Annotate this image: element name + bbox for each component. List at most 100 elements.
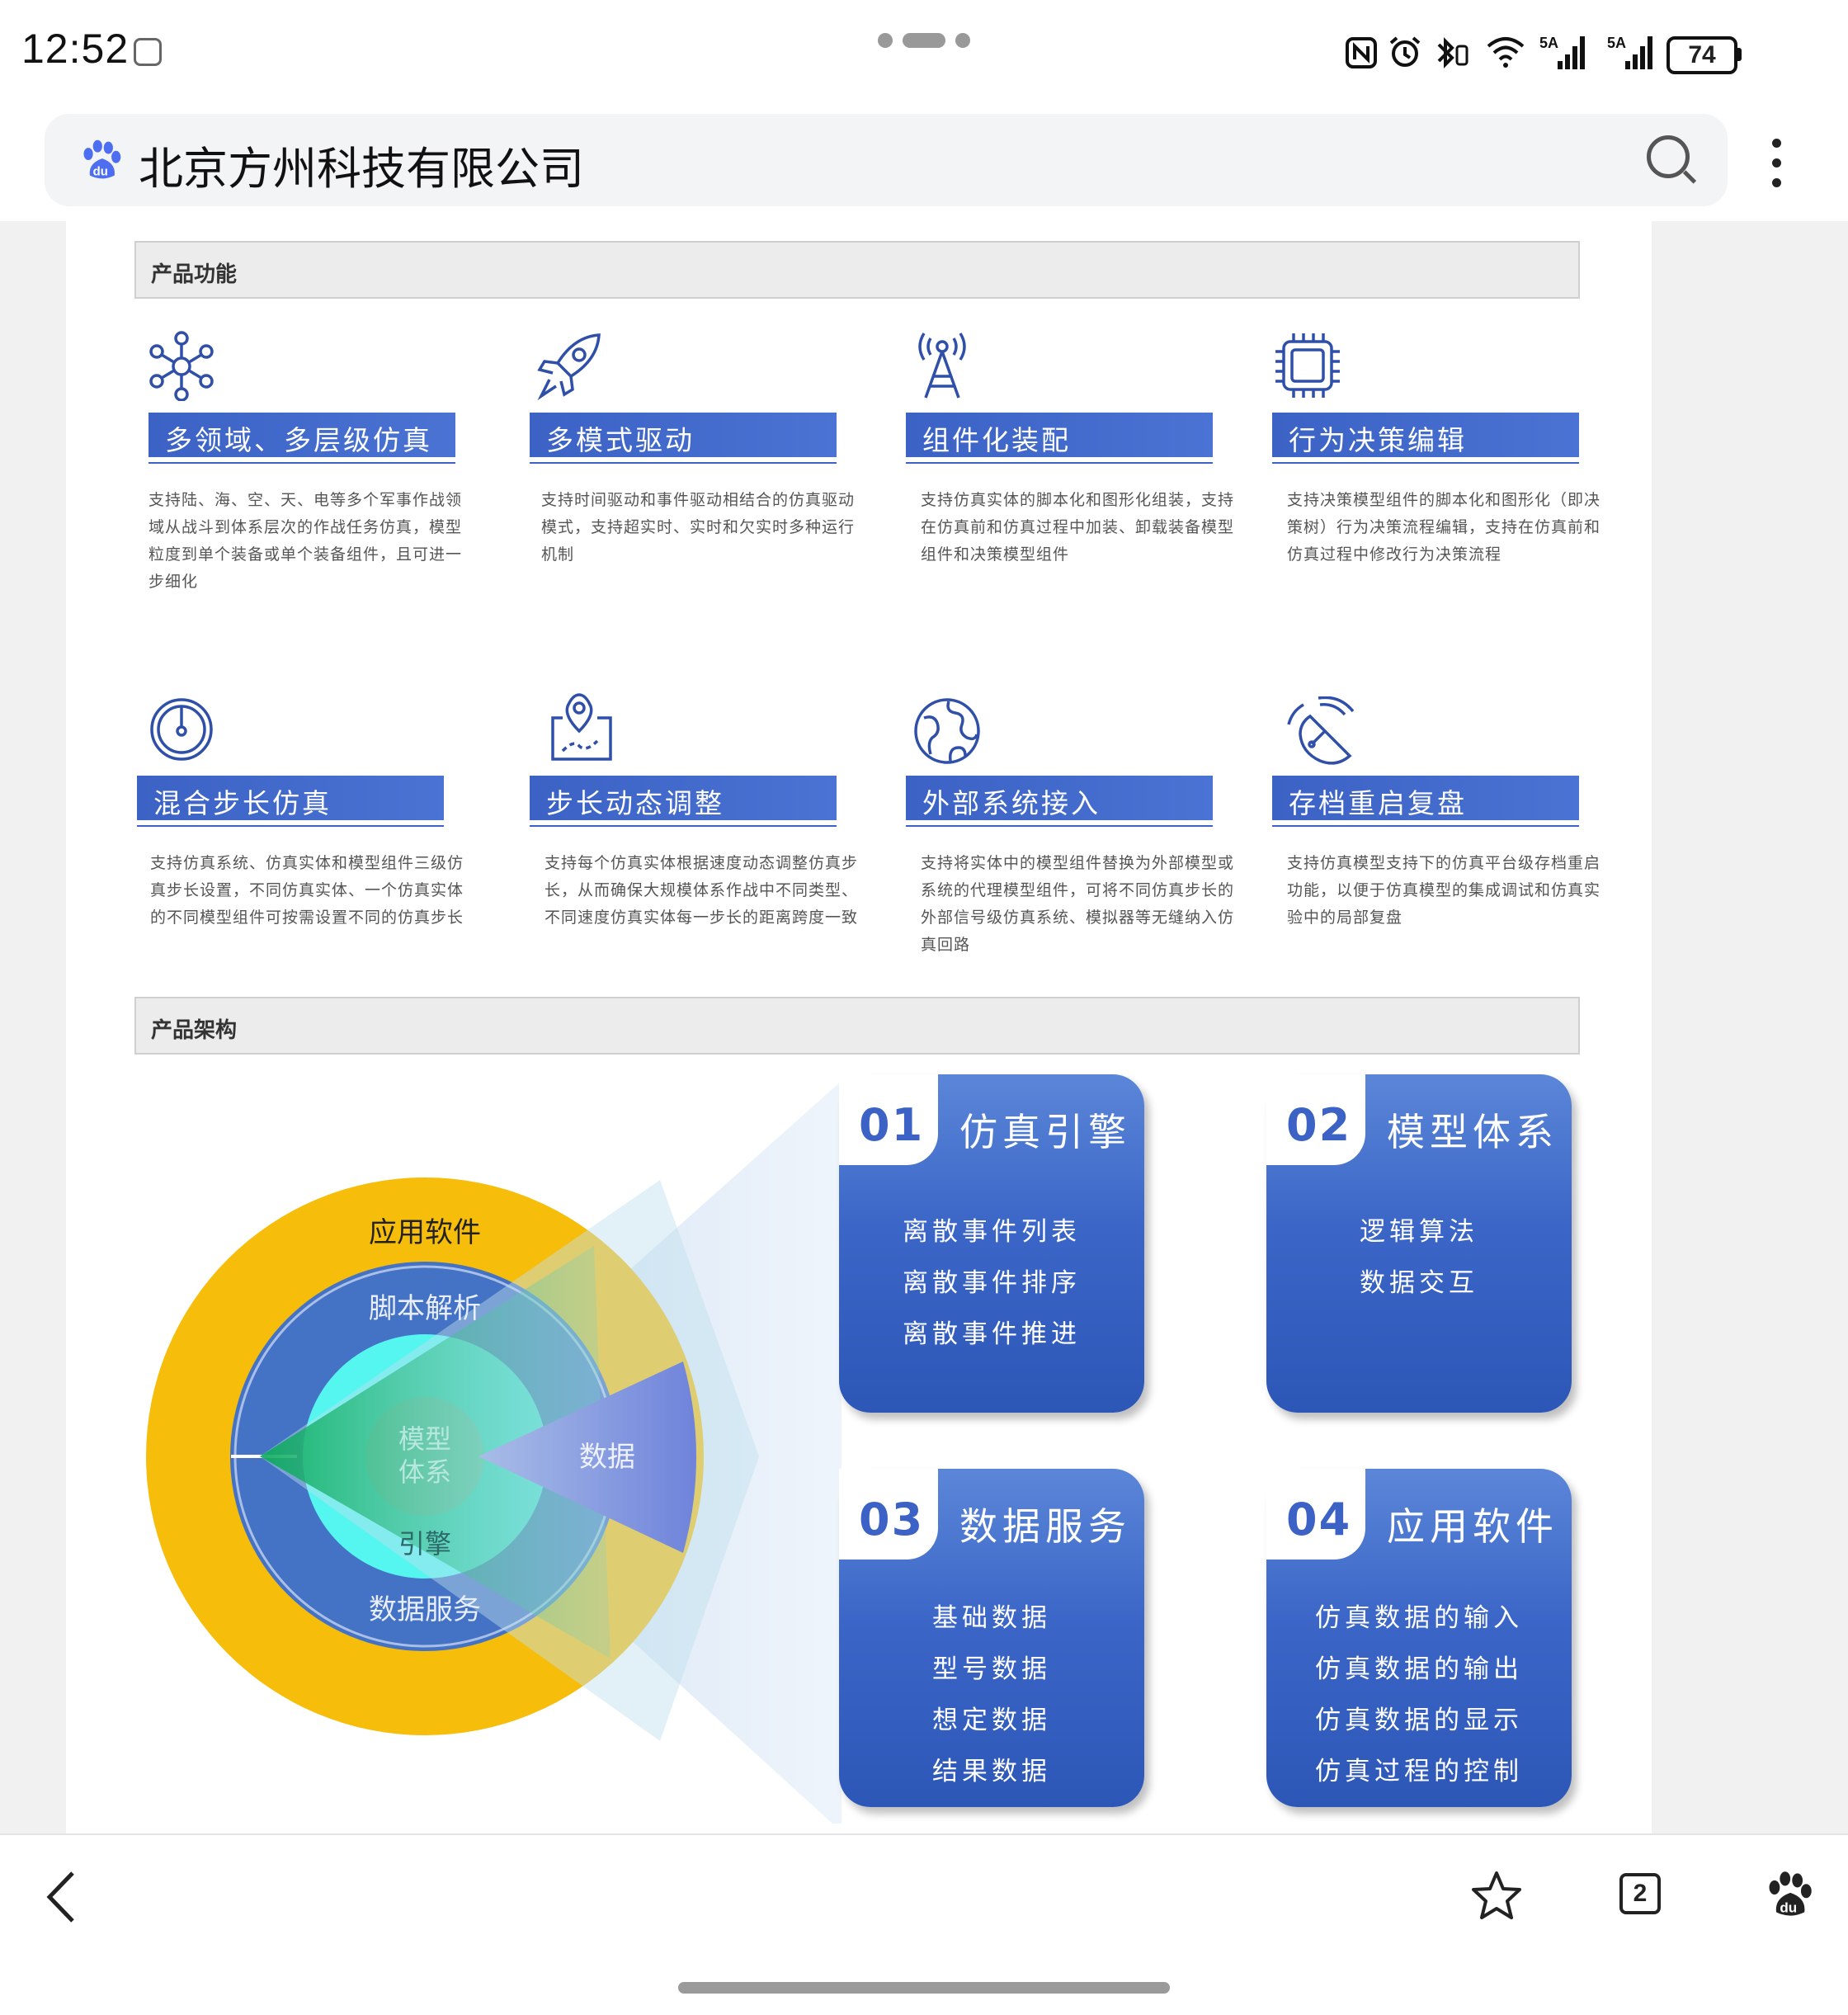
- svg-text:du: du: [93, 165, 108, 179]
- feature-title: 混合步长仿真: [153, 787, 332, 819]
- card-item: 数据交互: [1360, 1268, 1478, 1298]
- feature-description: 支持时间驱动和事件驱动相结合的仿真驱动模式，支持超实时、实时和欠实时多种运行机制: [541, 491, 856, 564]
- feature-title-bar: 多领域、多层级仿真: [148, 413, 455, 457]
- divider: [1272, 825, 1579, 827]
- feature-title: 步长动态调整: [546, 787, 724, 819]
- baidu-logo-icon: du: [83, 139, 121, 179]
- signal-5a-icon: 5A: [1607, 35, 1652, 69]
- page-title[interactable]: 北京方州科技有限公司: [139, 132, 584, 197]
- card-item: 基础数据: [932, 1603, 1051, 1633]
- divider: [1272, 462, 1579, 464]
- divider: [530, 462, 837, 464]
- antenna-icon: [918, 333, 966, 399]
- card-items: 基础数据 型号数据 想定数据 结果数据: [839, 1593, 1144, 1797]
- feature-description: 支持决策模型组件的脚本化和图形化（即决策树）行为决策流程编辑，支持在仿真前和仿真…: [1287, 491, 1601, 564]
- card-item: 仿真数据的显示: [1315, 1706, 1523, 1735]
- section-header-features: 产品功能: [134, 241, 1580, 299]
- status-bar: 12:52 5A 5A 74: [0, 0, 1848, 107]
- search-icon[interactable]: [1647, 135, 1690, 178]
- feature-title-bar: 行为决策编辑: [1272, 413, 1579, 457]
- divider: [530, 825, 837, 827]
- timer-icon: [150, 698, 213, 761]
- back-icon[interactable]: [41, 1868, 82, 1926]
- tabs-button[interactable]: 2: [1619, 1873, 1661, 1914]
- vpn-icon: [134, 38, 162, 66]
- svg-text:5A: 5A: [1539, 35, 1558, 51]
- feature-title: 存档重启复盘: [1289, 787, 1467, 819]
- label-core-line2: 体系: [398, 1456, 451, 1488]
- page-indicator-dot: [878, 33, 893, 48]
- card-number: 01: [859, 1099, 925, 1151]
- feature-description: 支持仿真模型支持下的仿真平台级存档重启功能，以便于仿真模型的集成调试和仿真实验中…: [1287, 854, 1601, 927]
- feature-description: 支持陆、海、空、天、电等多个军事作战领域从战斗到体系层次的作战任务仿真，模型粒度…: [148, 491, 463, 591]
- feature-title-bar: 组件化装配: [906, 413, 1213, 457]
- label-middle-bottom: 数据服务: [369, 1593, 481, 1626]
- card-item: 离散事件列表: [903, 1217, 1081, 1247]
- nfc-icon: [1346, 37, 1377, 68]
- divider: [906, 462, 1213, 464]
- radar-icon: [1287, 696, 1355, 765]
- page-indicator-dot-active: [903, 33, 945, 48]
- card-item: 仿真过程的控制: [1315, 1757, 1523, 1786]
- feature-description: 支持将实体中的模型组件替换为外部模型或系统的代理模型组件，可将不同仿真步长的外部…: [921, 854, 1235, 954]
- feature-title-bar: 步长动态调整: [530, 776, 837, 820]
- feature-title-bar: 存档重启复盘: [1272, 776, 1579, 820]
- label-core-line1: 模型: [398, 1423, 451, 1455]
- section-header-architecture: 产品架构: [134, 997, 1580, 1055]
- feature-title: 多模式驱动: [546, 424, 695, 456]
- arch-card-model: 02 模型体系 逻辑算法 数据交互: [1266, 1074, 1572, 1413]
- card-item: 仿真数据的输入: [1315, 1603, 1523, 1633]
- card-item: 想定数据: [932, 1706, 1051, 1735]
- wifi-icon: [1487, 37, 1525, 68]
- alarm-icon: [1389, 36, 1421, 67]
- card-item: 结果数据: [932, 1757, 1051, 1786]
- architecture-diagram: 应用软件 脚本解析 数据服务 引擎 模型 体系 数据: [146, 1081, 842, 1824]
- feature-title-bar: 外部系统接入: [906, 776, 1213, 820]
- label-inner-bottom: 引擎: [398, 1528, 451, 1560]
- section-title: 产品架构: [151, 1018, 238, 1043]
- feature-description: 支持仿真系统、仿真实体和模型组件三级仿真步长设置，不同仿真实体、一个仿真实体的不…: [150, 854, 464, 927]
- baidu-paw-icon[interactable]: du: [1762, 1868, 1815, 1921]
- globe-icon: [914, 698, 980, 764]
- card-item: 离散事件推进: [903, 1319, 1081, 1349]
- feature-description: 支持仿真实体的脚本化和图形化组装，支持在仿真前和仿真过程中加装、卸载装备模型组件…: [921, 491, 1235, 564]
- card-title: 模型体系: [1387, 1110, 1558, 1154]
- chip-icon: [1275, 333, 1340, 398]
- rocket-icon: [537, 333, 601, 401]
- card-number: 04: [1286, 1494, 1352, 1545]
- card-number: 02: [1286, 1099, 1352, 1151]
- address-bar[interactable]: du 北京方州科技有限公司: [45, 114, 1728, 206]
- feature-title: 外部系统接入: [922, 787, 1101, 819]
- card-item: 逻辑算法: [1360, 1217, 1478, 1247]
- arch-card-app-software: 04 应用软件 仿真数据的输入 仿真数据的输出 仿真数据的显示 仿真过程的控制: [1266, 1469, 1572, 1807]
- label-outer: 应用软件: [369, 1216, 481, 1249]
- card-items: 逻辑算法 数据交互: [1266, 1206, 1572, 1309]
- card-title: 仿真引擎: [959, 1110, 1131, 1154]
- feature-title: 多领域、多层级仿真: [165, 424, 432, 456]
- label-data-wedge: 数据: [579, 1441, 635, 1474]
- feature-title: 组件化装配: [922, 424, 1071, 456]
- tab-count: 2: [1633, 1880, 1648, 1907]
- card-item: 离散事件排序: [903, 1268, 1081, 1298]
- divider: [148, 462, 455, 464]
- card-item: 型号数据: [932, 1654, 1051, 1684]
- card-items: 离散事件列表 离散事件排序 离散事件推进: [839, 1206, 1144, 1360]
- card-items: 仿真数据的输入 仿真数据的输出 仿真数据的显示 仿真过程的控制: [1266, 1593, 1572, 1797]
- feature-title: 行为决策编辑: [1289, 424, 1467, 456]
- home-indicator[interactable]: [678, 1982, 1170, 1994]
- card-title: 应用软件: [1387, 1504, 1558, 1549]
- card-number: 03: [859, 1494, 925, 1545]
- bookmark-star-icon[interactable]: [1470, 1870, 1523, 1923]
- arch-card-engine: 01 仿真引擎 离散事件列表 离散事件排序 离散事件推进: [839, 1074, 1144, 1413]
- section-title: 产品功能: [151, 262, 238, 287]
- feature-title-bar: 多模式驱动: [530, 413, 837, 457]
- svg-text:du: du: [1780, 1899, 1797, 1915]
- feature-title-bar: 混合步长仿真: [137, 776, 444, 820]
- bluetooth-icon: [1437, 37, 1468, 68]
- more-menu-icon[interactable]: [1772, 139, 1782, 188]
- signal-5a-icon: 5A: [1539, 35, 1585, 69]
- card-title: 数据服务: [959, 1504, 1131, 1549]
- arch-card-data-service: 03 数据服务 基础数据 型号数据 想定数据 结果数据: [839, 1469, 1144, 1807]
- svg-text:5A: 5A: [1607, 35, 1626, 51]
- label-middle-top: 脚本解析: [369, 1292, 481, 1325]
